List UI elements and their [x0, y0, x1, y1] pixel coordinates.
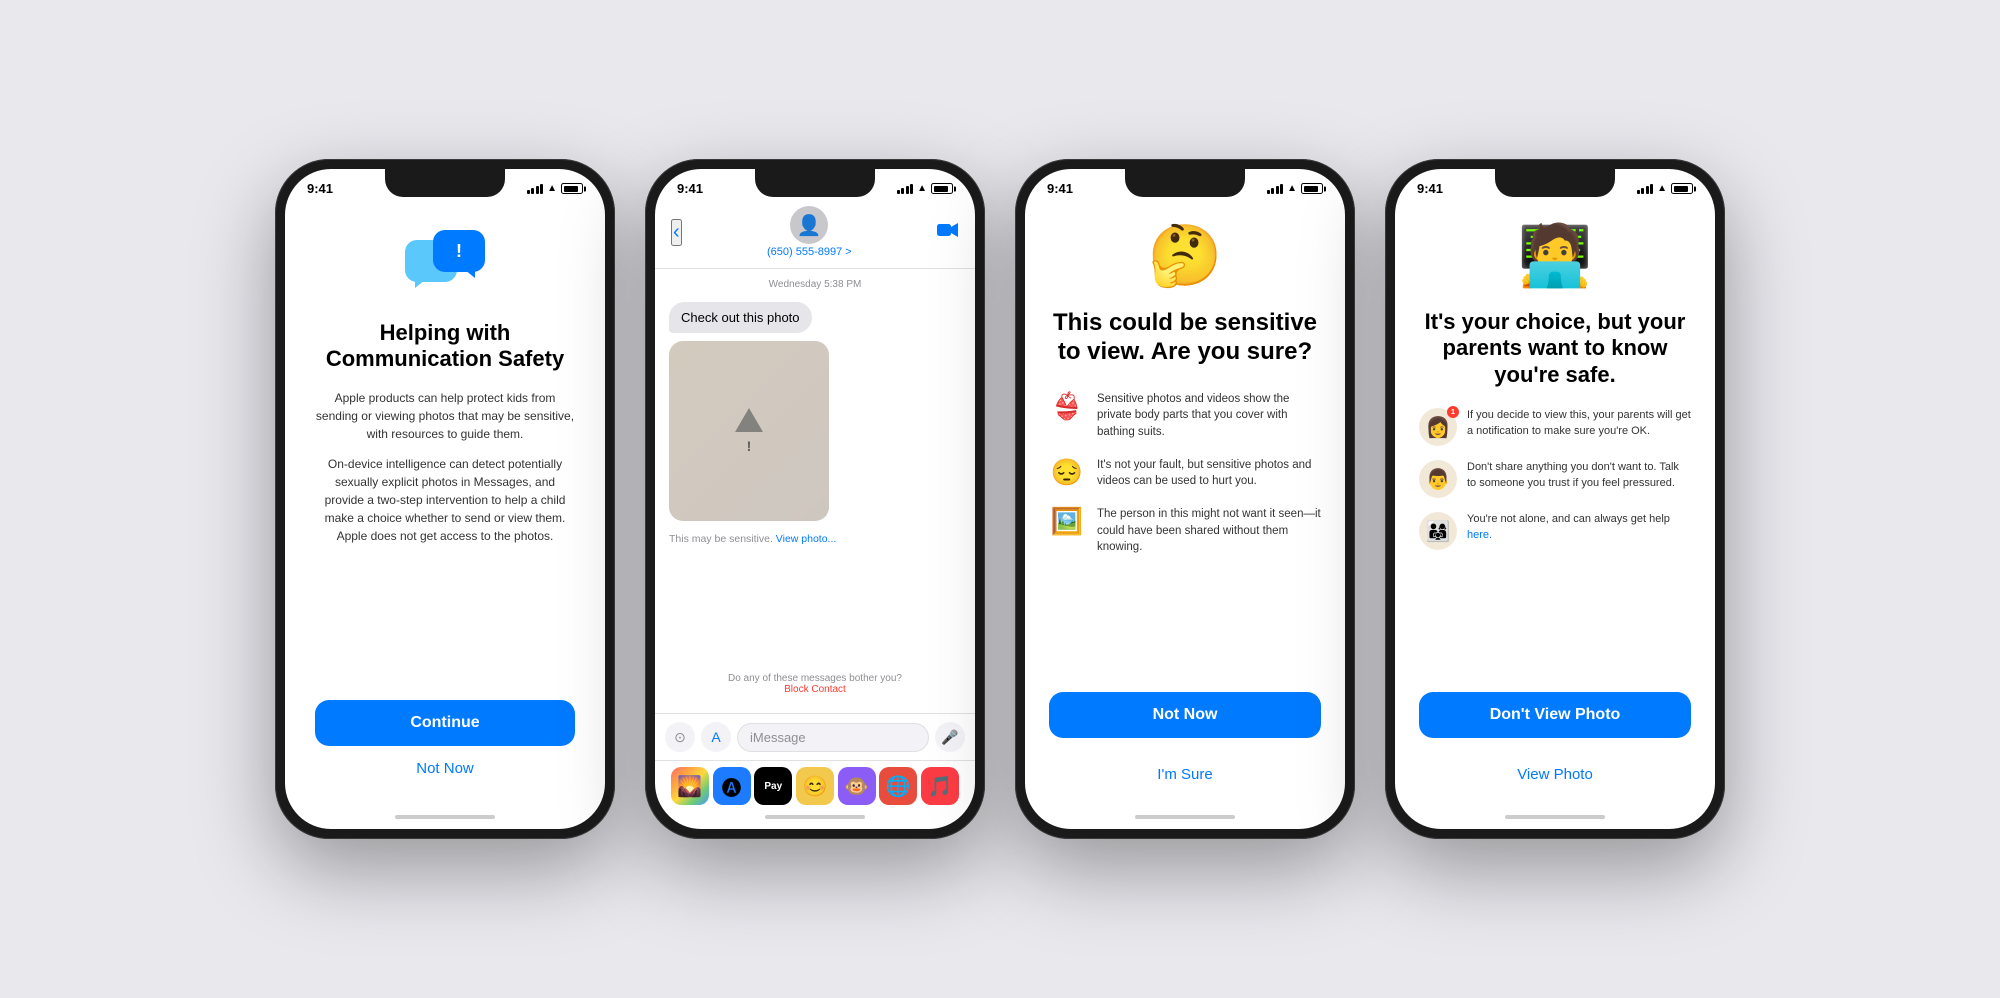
parent-info-item-0: 👩 1 If you decide to view this, your par…	[1419, 408, 1691, 446]
battery-icon-3	[1301, 183, 1323, 194]
parent-avatar-0: 👩 1	[1419, 408, 1457, 446]
phone3-content: 🤔 This could be sensitive to view. Are y…	[1025, 200, 1345, 807]
contact-number[interactable]: (650) 555-8997 >	[767, 246, 852, 258]
time-1: 9:41	[307, 181, 333, 196]
parent-avatar-2: 👨‍👩‍👧	[1419, 512, 1457, 550]
time-2: 9:41	[677, 181, 703, 196]
signal-icon-3	[1267, 184, 1284, 194]
contact-avatar: 👤	[790, 206, 828, 244]
messages-header: ‹ 👤 (650) 555-8997 >	[655, 200, 975, 269]
info-item-3-1: 😔 It's not your fault, but sensitive pho…	[1049, 457, 1321, 490]
bubble-front: !	[433, 230, 485, 272]
status-icons-3: ▲	[1267, 183, 1323, 194]
help-link[interactable]: here.	[1467, 529, 1492, 541]
signal-icon-1	[527, 184, 544, 194]
info-text-3-0: Sensitive photos and videos show the pri…	[1097, 391, 1321, 441]
info-text-3-1: It's not your fault, but sensitive photo…	[1097, 457, 1321, 490]
status-icons-4: ▲	[1637, 183, 1693, 194]
home-indicator-2	[765, 815, 865, 819]
phone1-content: ! Helping with Communication Safety Appl…	[285, 200, 605, 807]
signal-icon-4	[1637, 184, 1654, 194]
view-photo-button[interactable]: View Photo	[1517, 766, 1593, 783]
info-text-3-2: The person in this might not want it see…	[1097, 506, 1321, 556]
thinking-emoji: 🤔	[1148, 220, 1223, 291]
im-sure-button[interactable]: I'm Sure	[1157, 766, 1212, 783]
notch-1	[385, 169, 505, 197]
not-now-button-phone1[interactable]: Not Now	[416, 760, 474, 777]
info-item-3-0: 👙 Sensitive photos and videos show the p…	[1049, 391, 1321, 441]
parent-avatar-1: 👨	[1419, 460, 1457, 498]
time-4: 9:41	[1417, 181, 1443, 196]
speech-bubbles-icon: !	[405, 230, 485, 300]
notch-3	[1125, 169, 1245, 197]
back-button[interactable]: ‹	[671, 219, 682, 246]
notch-4	[1495, 169, 1615, 197]
contact-info: 👤 (650) 555-8997 >	[767, 206, 852, 258]
parent-info-item-2: 👨‍👩‍👧 You're not alone, and can always g…	[1419, 512, 1691, 550]
parent-info-text-0: If you decide to view this, your parents…	[1467, 408, 1691, 439]
phone4-actions: Don't View Photo View Photo	[1419, 692, 1691, 783]
home-indicator-1	[395, 815, 495, 819]
battery-icon-1	[561, 183, 583, 194]
wifi-icon-1: ▲	[547, 183, 557, 194]
battery-icon-2	[931, 183, 953, 194]
home-indicator-4	[1505, 815, 1605, 819]
parent-info-text-2: You're not alone, and can always get hel…	[1467, 512, 1691, 543]
wifi-icon-2: ▲	[917, 183, 927, 194]
parent-info-text-1: Don't share anything you don't want to. …	[1467, 460, 1691, 491]
phone4-title: It's your choice, but your parents want …	[1419, 309, 1691, 388]
phone3-actions: Not Now I'm Sure	[1049, 692, 1321, 783]
parent-info-item-1: 👨 Don't share anything you don't want to…	[1419, 460, 1691, 498]
phone-1: 9:41 ▲ ! Helping with Communication Safe…	[275, 159, 615, 839]
home-indicator-3	[1135, 815, 1235, 819]
phone1-desc2: On-device intelligence can detect potent…	[315, 455, 575, 545]
dont-view-photo-button[interactable]: Don't View Photo	[1419, 692, 1691, 738]
notification-badge: 1	[1447, 406, 1459, 418]
phone1-title: Helping with Communication Safety	[315, 320, 575, 373]
swimsuit-emoji: 👙	[1049, 391, 1085, 422]
battery-icon-4	[1671, 183, 1693, 194]
alert-person-emoji: 🧑‍💻	[1518, 220, 1593, 291]
phone-2: 9:41 ▲ ‹ 👤 (650) 555-8997 >	[645, 159, 985, 839]
video-call-button[interactable]	[937, 222, 959, 243]
phone1-desc1: Apple products can help protect kids fro…	[315, 389, 575, 443]
time-3: 9:41	[1047, 181, 1073, 196]
status-icons-1: ▲	[527, 183, 583, 194]
sad-emoji: 😔	[1049, 457, 1085, 488]
frame-emoji: 🖼️	[1049, 506, 1085, 537]
wifi-icon-4: ▲	[1657, 183, 1667, 194]
phone4-content: 🧑‍💻 It's your choice, but your parents w…	[1395, 200, 1715, 807]
info-item-3-2: 🖼️ The person in this might not want it …	[1049, 506, 1321, 556]
continue-button[interactable]: Continue	[315, 700, 575, 746]
phone3-title: This could be sensitive to view. Are you…	[1049, 309, 1321, 367]
info-list-3: 👙 Sensitive photos and videos show the p…	[1049, 391, 1321, 556]
parent-info-list: 👩 1 If you decide to view this, your par…	[1419, 408, 1691, 550]
wifi-icon-3: ▲	[1287, 183, 1297, 194]
signal-icon-2	[897, 184, 914, 194]
not-now-button-phone3[interactable]: Not Now	[1049, 692, 1321, 738]
phone-4: 9:41 ▲ 🧑‍💻 It's your choice, but your pa…	[1385, 159, 1725, 839]
notch-2	[755, 169, 875, 197]
status-icons-2: ▲	[897, 183, 953, 194]
phone-3: 9:41 ▲ 🤔 This could be sensitive to view…	[1015, 159, 1355, 839]
phones-container: 9:41 ▲ ! Helping with Communication Safe…	[235, 119, 1765, 879]
